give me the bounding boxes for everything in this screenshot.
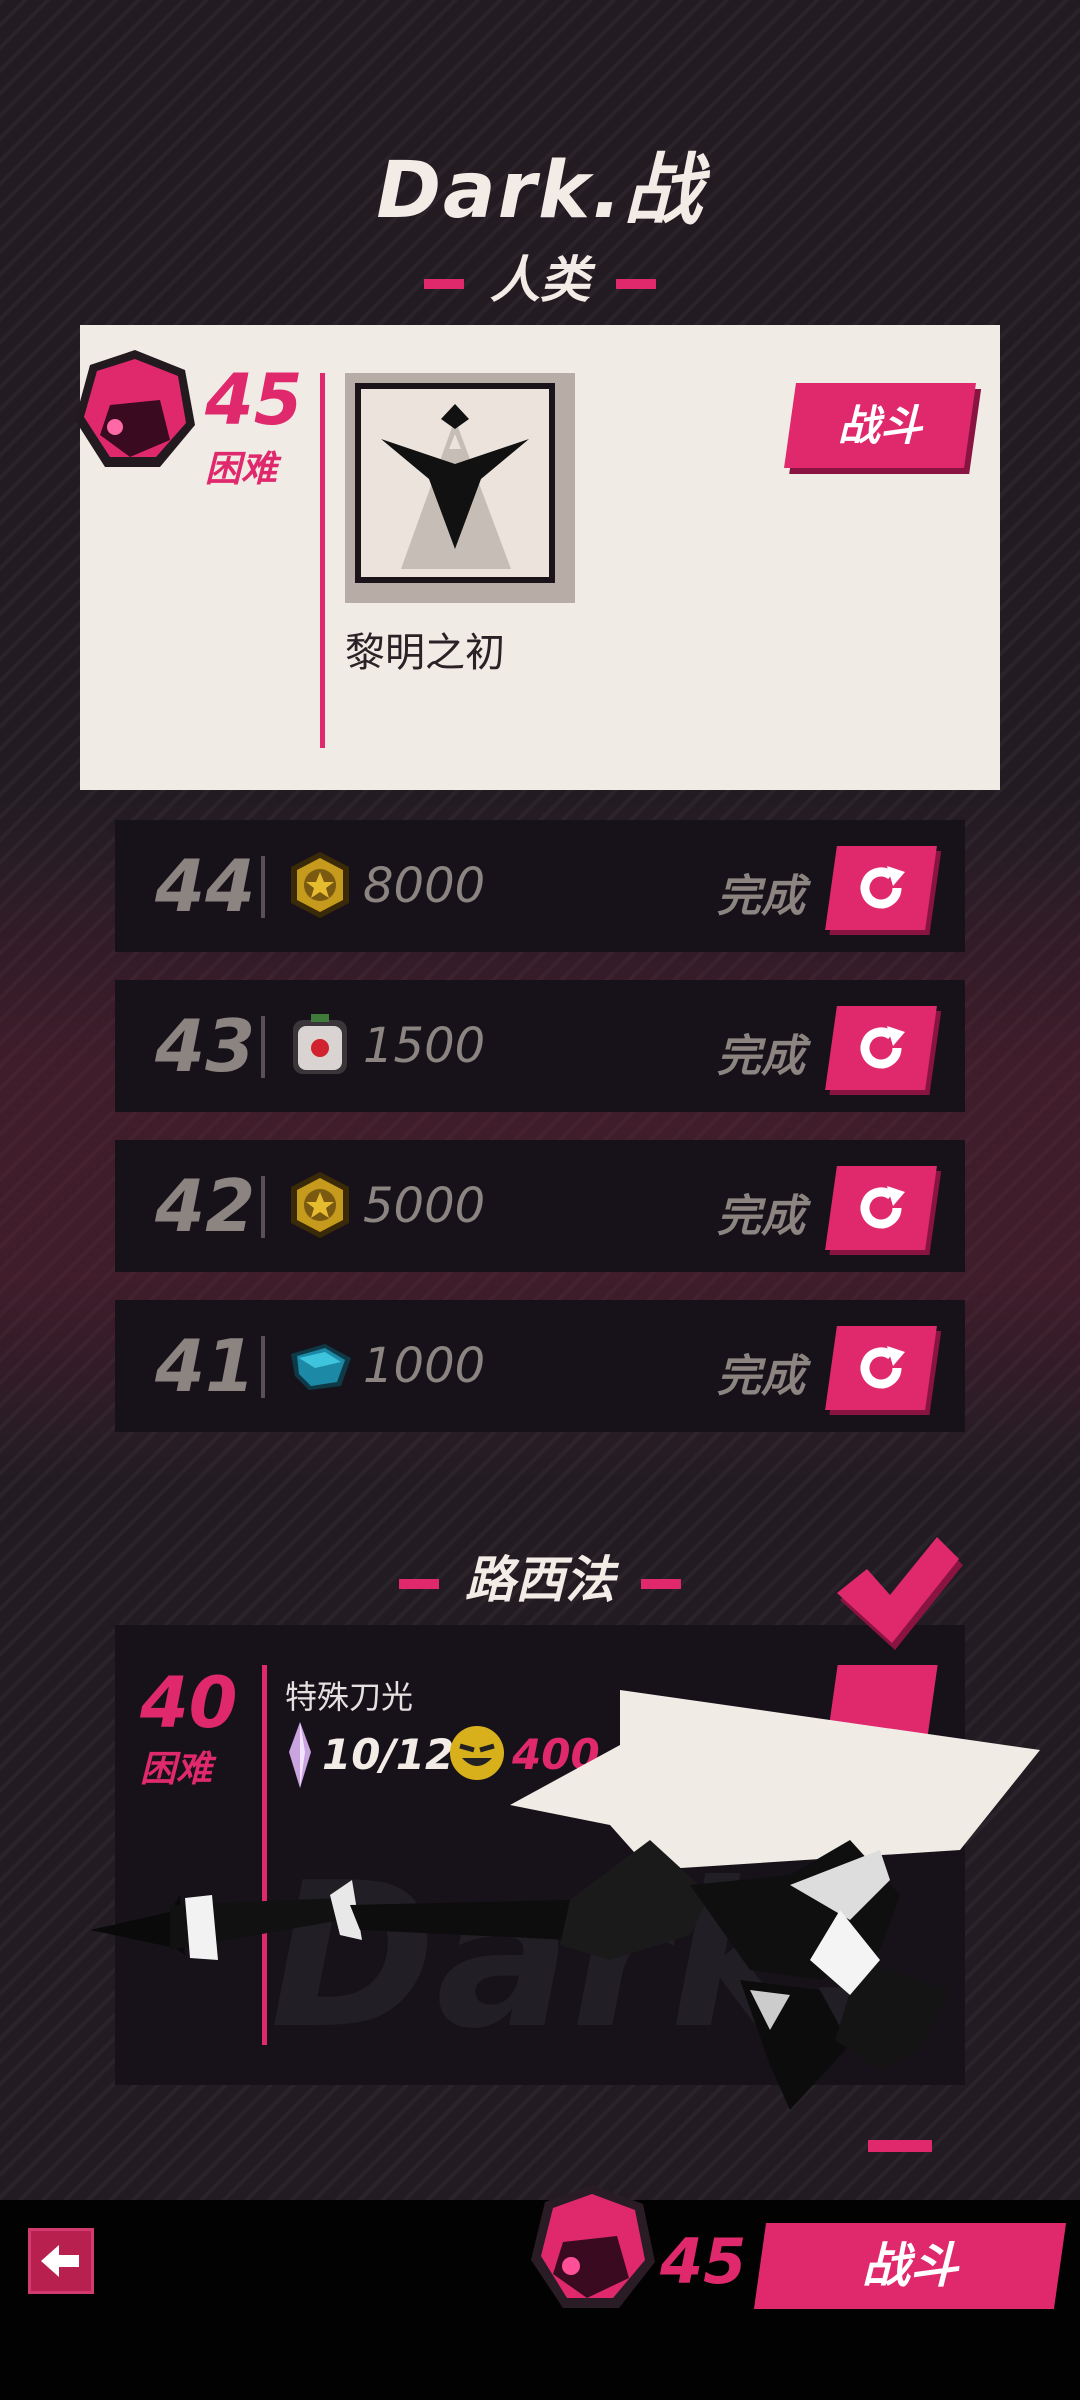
stage-row-44[interactable]: 44 8000 完成: [115, 820, 965, 952]
replay-button[interactable]: [825, 1006, 937, 1090]
row-status: 完成: [717, 1351, 805, 1402]
blue-crystal-icon: [291, 1344, 351, 1390]
row-status: 完成: [717, 871, 805, 922]
weapon-illustration: [90, 1690, 1040, 2110]
page-title: Dark.战: [376, 146, 704, 236]
fight-button[interactable]: 战斗: [784, 383, 976, 468]
replay-icon: [860, 1186, 905, 1229]
robot-head-icon: [293, 1014, 347, 1074]
fight-button-label: 战斗: [837, 401, 922, 450]
row-amount: 1500: [363, 1018, 486, 1074]
row-status: 完成: [717, 1191, 805, 1242]
gold-coin-icon: [291, 1172, 349, 1238]
bottom-fight-label: 战斗: [861, 2238, 958, 2294]
gold-coin-icon: [291, 852, 349, 918]
back-arrow-icon: [41, 2245, 79, 2277]
stage-row-42[interactable]: 42 5000 完成: [115, 1140, 965, 1272]
stage-name: 黎明之初: [345, 630, 505, 676]
boss-emblem-icon: [381, 404, 529, 569]
pink-gem-icon: [531, 2185, 655, 2308]
current-stage-difficulty: 困难: [205, 449, 278, 490]
pink-gem-icon: [75, 350, 195, 467]
divider: [320, 373, 325, 748]
boss-portrait: [345, 373, 575, 603]
replay-icon: [860, 866, 905, 909]
stage-row-43[interactable]: 43 1500 完成: [115, 980, 965, 1112]
stage-row-41[interactable]: 41 1000 完成: [115, 1300, 965, 1432]
bottom-fight-button[interactable]: 战斗: [753, 2223, 1067, 2309]
replay-icon: [860, 1026, 905, 1069]
row-level: 44: [155, 844, 256, 928]
replay-icon: [860, 1346, 905, 1389]
replay-button[interactable]: [825, 846, 937, 930]
back-button[interactable]: [28, 2228, 94, 2294]
current-stage-level: 45: [205, 359, 303, 441]
section-label-lucifer: 路西法: [465, 1551, 615, 1609]
row-level: 42: [155, 1164, 256, 1248]
row-status: 完成: [717, 1031, 805, 1082]
replay-button[interactable]: [825, 1166, 937, 1250]
row-level: 41: [155, 1324, 256, 1408]
section-label-human: 人类: [490, 251, 590, 309]
replay-button[interactable]: [825, 1326, 937, 1410]
checkmark-icon: [837, 1537, 963, 1650]
row-level: 43: [155, 1004, 256, 1088]
section-header-human: 人类: [0, 240, 1080, 312]
row-amount: 5000: [363, 1178, 486, 1234]
row-amount: 8000: [363, 858, 486, 914]
row-amount: 1000: [363, 1338, 486, 1394]
bottom-level: 45: [660, 2225, 747, 2298]
